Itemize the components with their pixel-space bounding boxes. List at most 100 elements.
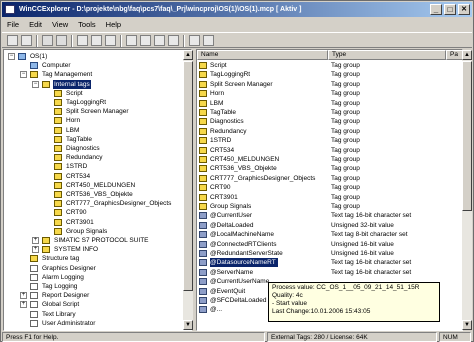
properties-icon[interactable] [189,35,200,46]
tree-item[interactable]: Diagnostics [4,144,184,153]
tree-item[interactable]: − OS(1) [4,52,184,61]
minimize-button[interactable]: _ [430,4,442,15]
folder-icon [42,80,50,88]
play-icon[interactable] [42,35,53,46]
collapse-icon[interactable]: − [8,53,15,60]
tree-item[interactable]: 1STRD [4,162,184,171]
stop-icon[interactable] [56,35,67,46]
list-item[interactable]: LBM Tag group [197,99,454,108]
menu-help[interactable]: Help [101,18,126,31]
list-item[interactable]: @DeltaLoaded Unsigned 32-bit value [197,221,454,230]
list-item[interactable]: @RedundantServerState Unsigned 16-bit val… [197,249,454,258]
tree-scrollbar[interactable]: ▲ ▼ [183,50,193,330]
new-icon[interactable] [7,35,18,46]
list-item[interactable]: TagLoggingRt Tag group [197,70,454,79]
expand-icon[interactable]: + [32,237,39,244]
list-item[interactable]: CRT3901 Tag group [197,193,454,202]
expand-icon[interactable]: + [32,246,39,254]
list-item[interactable]: @CurrentUser Text tag 16-bit character se… [197,211,454,220]
tree-item[interactable]: Structure tag [4,254,184,263]
column-header-name[interactable]: Name [197,50,328,60]
list-item[interactable]: @ConnectedRTClients Unsigned 16-bit value [197,240,454,249]
list-item[interactable]: CRT777_GraphicsDesigner_Objects Tag group [197,174,454,183]
scroll-thumb[interactable] [462,61,472,211]
list-item[interactable]: CRT534 Tag group [197,146,454,155]
tree-item[interactable]: Text Library [4,310,184,319]
list-item[interactable]: TagTable Tag group [197,108,454,117]
tree-item[interactable]: TagLoggingRt [4,98,184,107]
tree-item[interactable]: + Global Script [4,300,184,309]
tree-item[interactable]: Script [4,89,184,98]
scroll-up-button[interactable]: ▲ [462,50,472,60]
expand-icon[interactable]: + [20,292,27,300]
menu-file[interactable]: File [2,18,24,31]
maximize-button[interactable]: □ [444,4,456,15]
tree-item[interactable]: TagTable [4,135,184,144]
tag-type: Tag group [331,118,360,126]
tag-type: Unsigned 32-bit value [331,221,394,229]
tree-item[interactable]: Tag Logging [4,282,184,291]
menu-tools[interactable]: Tools [73,18,101,31]
column-header-parameters[interactable]: Pa [446,50,462,60]
collapse-icon[interactable]: − [20,71,27,79]
tree-item[interactable]: + SIMATIC S7 PROTOCOL SUITE [4,236,184,245]
list-item[interactable]: Diagnostics Tag group [197,117,454,126]
cut-icon[interactable] [77,35,88,46]
tree-item[interactable]: Redundancy [4,153,184,162]
tree-item[interactable]: − Internal tags [4,79,184,89]
copy-icon[interactable] [91,35,102,46]
small-icons-icon[interactable] [140,35,151,46]
tree-item[interactable]: + SYSTEM INFO [4,245,184,254]
list-item[interactable]: CRT450_MELDUNGEN Tag group [197,155,454,164]
details-view-icon[interactable] [168,35,179,46]
list-item[interactable]: Split Screen Manager Tag group [197,80,454,89]
column-header-type[interactable]: Type [328,50,446,60]
list-scrollbar[interactable]: ▲ ▼ [462,50,472,330]
menu-edit[interactable]: Edit [24,18,47,31]
tree-item[interactable]: Graphics Designer [4,264,184,273]
menu-view[interactable]: View [47,18,73,31]
tree-item[interactable]: LBM [4,126,184,135]
close-button[interactable]: ✕ [458,4,470,15]
list-item[interactable]: 1STRD Tag group [197,136,454,145]
scroll-thumb[interactable] [183,61,193,291]
tree-item[interactable]: CRT3901 [4,218,184,227]
tree-item[interactable]: CRT534 [4,172,184,181]
list-item[interactable]: Script Tag group [197,61,454,70]
collapse-icon[interactable]: − [32,80,39,88]
tree-item[interactable]: CRT536_VBS_Objekte [4,190,184,199]
paste-icon[interactable] [105,35,116,46]
expand-icon[interactable]: + [20,301,27,309]
list-item[interactable]: Group Signals Tag group [197,202,454,211]
tree-item[interactable]: Split Screen Manager [4,107,184,116]
list-item[interactable]: CRT90 Tag group [197,183,454,192]
scroll-down-button[interactable]: ▼ [462,320,472,330]
tag-icon [199,297,207,304]
tree-item[interactable]: CRT450_MELDUNGEN [4,181,184,190]
open-icon[interactable] [21,35,32,46]
large-icons-icon[interactable] [126,35,137,46]
scroll-down-button[interactable]: ▼ [183,320,193,330]
tree-item[interactable]: CRT777_GraphicsDesigner_Objects [4,199,184,208]
tree-item[interactable]: User Administrator [4,319,184,328]
navigation-tree[interactable]: − OS(1) Computer − Tag Management − Internal t… [3,49,192,331]
scroll-up-button[interactable]: ▲ [183,50,193,60]
tree-item[interactable]: Computer [4,61,184,70]
tooltip-line: Process value: CC_OS_1__05_09_21_14_51_1… [272,284,420,291]
tree-item[interactable]: Group Signals [4,227,184,236]
list-item[interactable]: @ServerName Text tag 16-bit character set [197,268,454,277]
list-view-icon[interactable] [154,35,165,46]
list-item[interactable]: Redundancy Tag group [197,127,454,136]
list-item[interactable]: CRT536_VBS_Objekte Tag group [197,164,454,173]
list-item[interactable]: @DatasourceNameRT Text tag 16-bit charact… [197,258,454,268]
tree-item[interactable]: Alarm Logging [4,273,184,282]
tree-item[interactable]: − Tag Management [4,70,184,79]
tag-type: Tag group [331,109,360,116]
tree-item[interactable]: CRT90 [4,208,184,217]
tag-name: @ServerName [210,268,254,276]
help-icon[interactable] [203,35,214,46]
tree-item[interactable]: + Report Designer [4,291,184,300]
list-item[interactable]: Horn Tag group [197,89,454,98]
list-item[interactable]: @LocalMachineName Text tag 8-bit characte… [197,230,454,239]
tree-item[interactable]: Horn [4,116,184,125]
